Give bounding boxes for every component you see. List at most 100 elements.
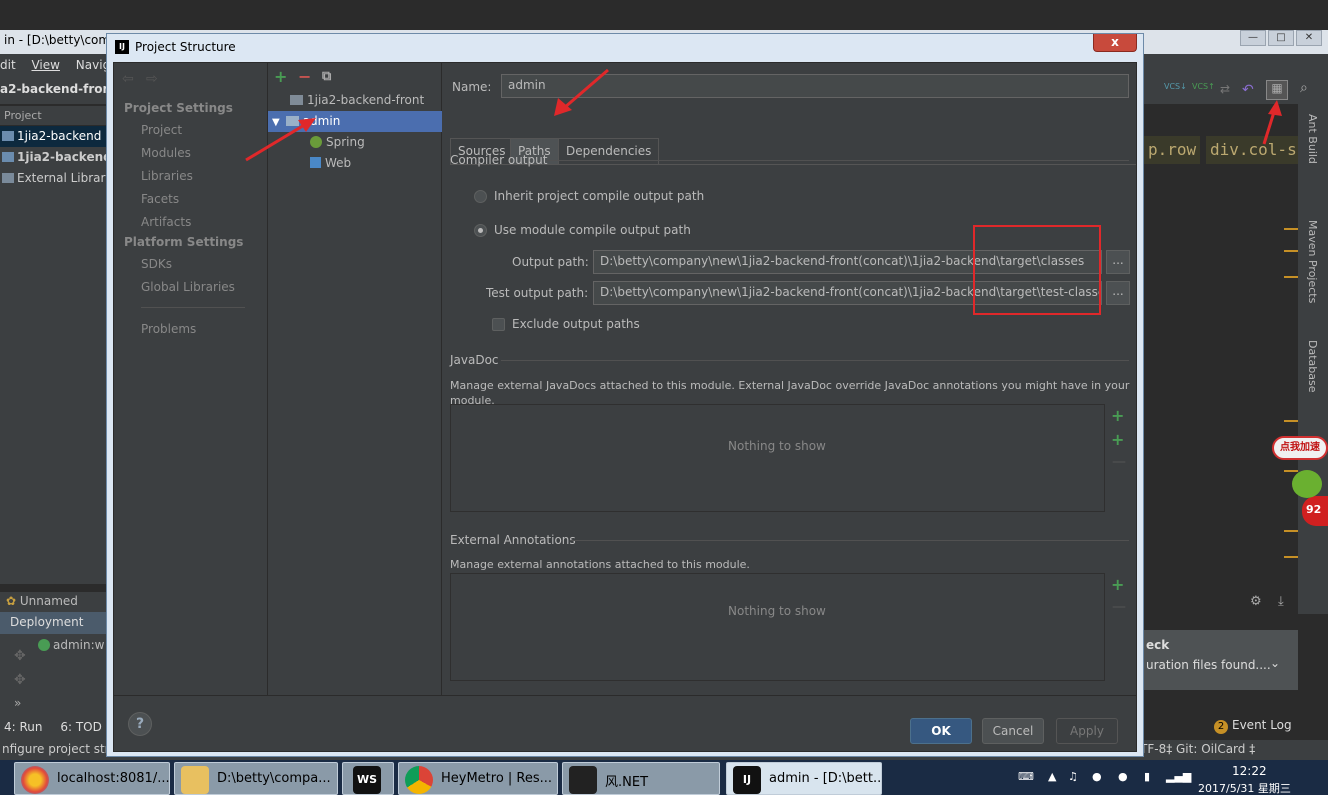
exclude-output-checkbox[interactable] (492, 318, 505, 331)
module-icon (2, 131, 14, 141)
qq-icon[interactable]: ● (1118, 770, 1128, 783)
promo-badge[interactable]: 点我加速 (1272, 436, 1328, 460)
maven-projects-tab[interactable]: Maven Projects (1306, 220, 1319, 303)
taskbar-item-chrome[interactable]: HeyMetro | Res... (398, 762, 558, 795)
revert-icon[interactable]: ↶ (1242, 82, 1254, 98)
vcs-update-icon[interactable]: VCS↓ (1164, 82, 1187, 91)
nav-item-modules[interactable]: Modules (141, 146, 191, 160)
keyboard-icon[interactable]: ⌨ (1018, 770, 1034, 783)
qq-icon[interactable]: ● (1092, 770, 1102, 783)
module-output-label: Use module compile output path (494, 223, 691, 237)
taskbar-item-explorer[interactable]: D:\betty\compa... (174, 762, 338, 795)
tool-icon: ✿ (6, 594, 20, 608)
test-output-browse-button[interactable]: ... (1106, 281, 1130, 305)
download-icon[interactable]: ⤓ (1278, 594, 1284, 609)
add-icon[interactable]: + (1111, 575, 1124, 594)
volume-icon[interactable]: ♫ (1068, 770, 1078, 783)
project-structure-icon[interactable]: ▦ (1266, 80, 1288, 100)
tree-item-project[interactable]: 1jia2-backend-front (290, 90, 442, 111)
more-chevron-icon[interactable]: » (14, 696, 21, 710)
project-tree-row[interactable]: External Librari (0, 168, 108, 189)
tree-item-spring[interactable]: Spring (310, 132, 440, 153)
move-icon[interactable]: ✥ (14, 672, 26, 688)
nav-item-facets[interactable]: Facets (141, 192, 179, 206)
run-config-tab[interactable]: ✿ Unnamed (0, 592, 108, 612)
intellij-icon: IJ (733, 766, 761, 794)
nav-project-name[interactable]: a2-backend-front (0, 82, 110, 96)
add-icon[interactable]: + (274, 67, 287, 86)
module-output-radio[interactable] (474, 224, 487, 237)
error-stripe-mark[interactable] (1284, 276, 1298, 278)
error-stripe-mark[interactable] (1284, 228, 1298, 230)
javadoc-list[interactable]: Nothing to show (450, 404, 1130, 512)
project-tree-row[interactable]: 1jia2-backend- (0, 147, 108, 168)
nav-item-libraries[interactable]: Libraries (141, 169, 193, 183)
frog-icon[interactable] (1292, 470, 1322, 498)
ant-build-tab[interactable]: Ant Build (1306, 114, 1319, 164)
module-settings: Name: admin Sources Paths Dependencies C… (443, 63, 1136, 695)
chevron-down-icon[interactable]: ⌄ (1270, 656, 1280, 670)
compare-icon[interactable]: ⇄ (1220, 82, 1230, 96)
error-stripe-mark[interactable] (1284, 470, 1298, 472)
add-url-icon[interactable]: + (1111, 430, 1124, 449)
project-header[interactable]: Project (0, 106, 108, 126)
project-tree-row[interactable]: 1jia2-backend (0, 126, 108, 147)
error-stripe-mark[interactable] (1284, 250, 1298, 252)
dialog-close-button[interactable]: x (1093, 34, 1137, 52)
taskbar-item-intellij[interactable]: IJ admin - [D:\bett... (726, 762, 882, 795)
settings-gear-icon[interactable]: ⚙ (1250, 594, 1262, 609)
menu-edit[interactable]: dit (0, 58, 16, 72)
code-chip[interactable]: p.row (1144, 136, 1201, 164)
apply-button[interactable]: Apply (1056, 718, 1118, 744)
event-log-tab[interactable]: 2 Event Log (1214, 718, 1328, 738)
help-button[interactable]: ? (128, 712, 152, 736)
remove-icon[interactable]: — (1112, 454, 1126, 470)
event-count-badge: 2 (1214, 720, 1228, 734)
nav-item-artifacts[interactable]: Artifacts (141, 215, 191, 229)
vcs-commit-icon[interactable]: VCS↑ (1192, 82, 1215, 91)
error-stripe-mark[interactable] (1284, 420, 1298, 422)
tray-expand-icon[interactable]: ▲ (1048, 770, 1056, 783)
output-browse-button[interactable]: ... (1106, 250, 1130, 274)
battery-icon[interactable]: ▮ (1144, 770, 1150, 783)
inherit-output-radio[interactable] (474, 190, 487, 203)
deployment-tab[interactable]: Deployment (0, 612, 108, 634)
move-icon[interactable]: ✥ (14, 648, 26, 664)
maximize-icon[interactable]: □ (1268, 30, 1294, 46)
remove-icon[interactable]: − (298, 67, 311, 86)
remove-icon[interactable]: — (1112, 599, 1126, 615)
tree-item-web[interactable]: Web (310, 153, 440, 174)
error-stripe-mark[interactable] (1284, 556, 1298, 558)
annotations-list[interactable]: Nothing to show (450, 573, 1130, 681)
run-tab[interactable]: 4: Run (4, 720, 43, 734)
nav-item-global-libraries[interactable]: Global Libraries (141, 280, 235, 294)
menu-view[interactable]: View (31, 58, 59, 72)
error-stripe-mark[interactable] (1284, 530, 1298, 532)
minimize-icon[interactable]: — (1240, 30, 1266, 46)
ok-button[interactable]: OK (910, 718, 972, 744)
taskbar-item-browser[interactable]: localhost:8081/... (14, 762, 170, 795)
counter-badge[interactable]: 92 (1302, 496, 1328, 526)
add-icon[interactable]: + (1111, 406, 1124, 425)
taskbar-item-webstorm[interactable]: WS (342, 762, 394, 795)
database-tab[interactable]: Database (1306, 340, 1319, 393)
forward-arrow-icon[interactable]: ⇨ (146, 71, 158, 87)
todo-tab[interactable]: 6: TOD (60, 720, 102, 734)
nav-item-sdks[interactable]: SDKs (141, 257, 172, 271)
taskbar-item-site[interactable]: 风.NET (562, 762, 720, 795)
cancel-button[interactable]: Cancel (982, 718, 1044, 744)
clock-date[interactable]: 2017/5/31 星期三 (1198, 780, 1291, 795)
clock-time[interactable]: 12:22 (1232, 764, 1267, 778)
notification-balloon[interactable]: eck uration files found.... ⌄ (1140, 630, 1298, 690)
back-arrow-icon[interactable]: ⇦ (122, 71, 134, 87)
nav-item-project[interactable]: Project (141, 123, 182, 137)
copy-icon[interactable]: ⧉ (322, 69, 331, 84)
git-status[interactable]: TF-8‡ Git: OilCard ‡ (1140, 742, 1328, 760)
nav-item-problems[interactable]: Problems (141, 322, 196, 336)
code-chip[interactable]: div.col-s (1206, 136, 1301, 164)
close-icon[interactable]: ✕ (1296, 30, 1322, 46)
external-annotations-heading: External Annotations (450, 533, 576, 547)
search-icon[interactable]: ⌕ (1300, 80, 1308, 96)
network-icon[interactable]: ▂▄▆ (1166, 770, 1191, 783)
section-divider (571, 540, 1129, 541)
